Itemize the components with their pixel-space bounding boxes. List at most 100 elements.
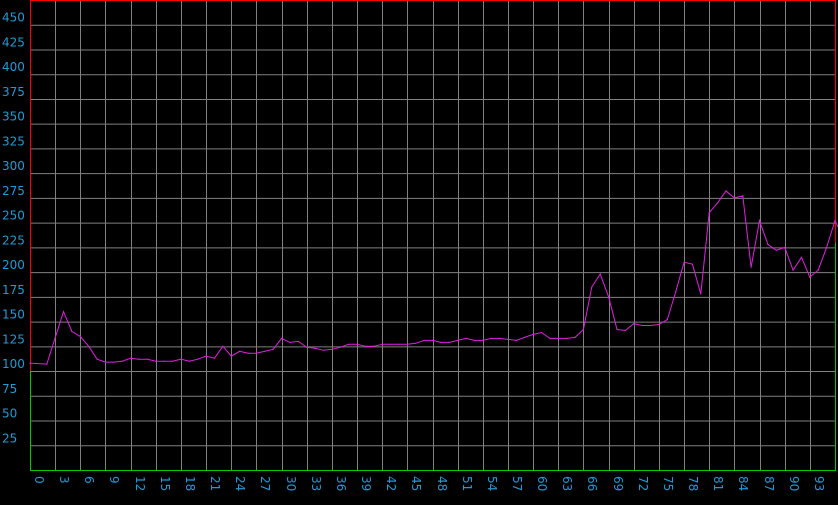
x-tick-label: 81 xyxy=(711,476,725,491)
data-point xyxy=(373,345,375,347)
x-tick-label: 48 xyxy=(435,476,449,491)
y-tick-label: 175 xyxy=(2,283,25,297)
data-point xyxy=(591,286,593,288)
x-tick-label: 6 xyxy=(82,476,96,484)
x-tick-label: 93 xyxy=(812,476,826,491)
line-chart: 2550751001251501752002252502753003253503… xyxy=(0,0,838,505)
data-point xyxy=(381,343,383,345)
data-point xyxy=(633,323,635,325)
data-point xyxy=(88,345,90,347)
data-point xyxy=(725,190,727,192)
data-point xyxy=(71,330,73,333)
data-point xyxy=(473,339,475,341)
data-point xyxy=(239,350,241,352)
y-tick-label: 125 xyxy=(2,332,25,346)
data-point xyxy=(515,339,518,341)
data-point xyxy=(96,358,98,360)
data-point xyxy=(180,358,182,360)
data-point xyxy=(46,363,48,365)
y-tick-label: 50 xyxy=(2,407,17,421)
x-tick-label: 84 xyxy=(736,476,750,491)
data-point xyxy=(348,343,350,345)
data-point xyxy=(616,328,618,331)
data-point xyxy=(574,336,576,338)
data-point xyxy=(834,220,836,222)
data-point xyxy=(423,339,425,341)
data-point xyxy=(800,256,803,258)
data-point xyxy=(29,362,31,364)
data-point xyxy=(146,358,148,360)
data-point xyxy=(230,355,232,357)
data-point xyxy=(306,346,308,348)
x-tick-label: 87 xyxy=(762,476,776,491)
data-point xyxy=(708,212,710,214)
data-point xyxy=(658,323,660,326)
data-point xyxy=(104,361,107,363)
y-tick-label: 450 xyxy=(2,11,25,25)
data-point xyxy=(683,261,685,263)
data-point xyxy=(213,357,216,359)
data-point xyxy=(742,195,744,197)
data-point xyxy=(272,348,274,350)
x-tick-label: 90 xyxy=(787,476,801,491)
y-tick-label: 225 xyxy=(2,233,25,247)
data-point xyxy=(130,357,132,359)
data-point xyxy=(364,345,366,347)
x-tick-label: 12 xyxy=(133,476,147,491)
x-tick-label: 30 xyxy=(284,476,298,491)
y-tick-label: 200 xyxy=(2,258,25,272)
x-tick-label: 15 xyxy=(158,476,172,491)
data-point xyxy=(247,352,249,354)
data-point xyxy=(289,341,291,343)
x-tick-label: 60 xyxy=(535,476,549,491)
data-point xyxy=(264,350,266,352)
data-point xyxy=(540,331,543,334)
data-point xyxy=(197,358,199,360)
data-point xyxy=(490,337,492,339)
data-point xyxy=(641,324,643,327)
x-tick-label: 69 xyxy=(611,476,625,491)
data-point xyxy=(624,329,627,332)
y-tick-label: 375 xyxy=(2,85,25,99)
data-point xyxy=(582,328,585,331)
data-point xyxy=(499,337,501,339)
data-point xyxy=(700,293,702,295)
x-tick-label: 0 xyxy=(32,476,46,484)
x-tick-label: 45 xyxy=(409,476,423,491)
data-point xyxy=(826,246,828,248)
data-point xyxy=(172,360,174,362)
data-point xyxy=(717,202,719,204)
x-tick-label: 27 xyxy=(258,476,272,491)
data-point xyxy=(322,349,325,351)
x-tick-label: 9 xyxy=(107,476,121,484)
y-tick-label: 100 xyxy=(2,357,25,371)
y-tick-label: 400 xyxy=(2,60,25,74)
x-tick-label: 18 xyxy=(183,476,197,491)
y-tick-label: 350 xyxy=(2,110,25,124)
y-tick-label: 250 xyxy=(2,209,25,223)
data-point xyxy=(557,337,559,339)
data-point xyxy=(155,360,157,362)
data-point xyxy=(507,338,509,340)
data-point xyxy=(406,343,408,345)
x-tick-label: 78 xyxy=(686,476,700,491)
data-point xyxy=(599,273,601,275)
data-point xyxy=(457,339,459,341)
data-point xyxy=(465,337,467,339)
data-point xyxy=(524,336,526,338)
data-point xyxy=(775,249,777,251)
data-point xyxy=(549,337,551,339)
y-tick-label: 325 xyxy=(2,134,25,148)
data-point xyxy=(691,263,694,265)
data-point xyxy=(188,360,190,362)
x-tick-label: 72 xyxy=(636,476,650,491)
data-point xyxy=(113,361,115,363)
data-point xyxy=(733,197,736,199)
data-point xyxy=(566,337,568,339)
x-tick-label: 24 xyxy=(233,476,247,491)
data-point xyxy=(314,347,316,349)
data-point xyxy=(809,276,811,278)
data-point xyxy=(79,335,81,337)
data-point xyxy=(398,343,400,345)
data-point xyxy=(431,339,434,341)
